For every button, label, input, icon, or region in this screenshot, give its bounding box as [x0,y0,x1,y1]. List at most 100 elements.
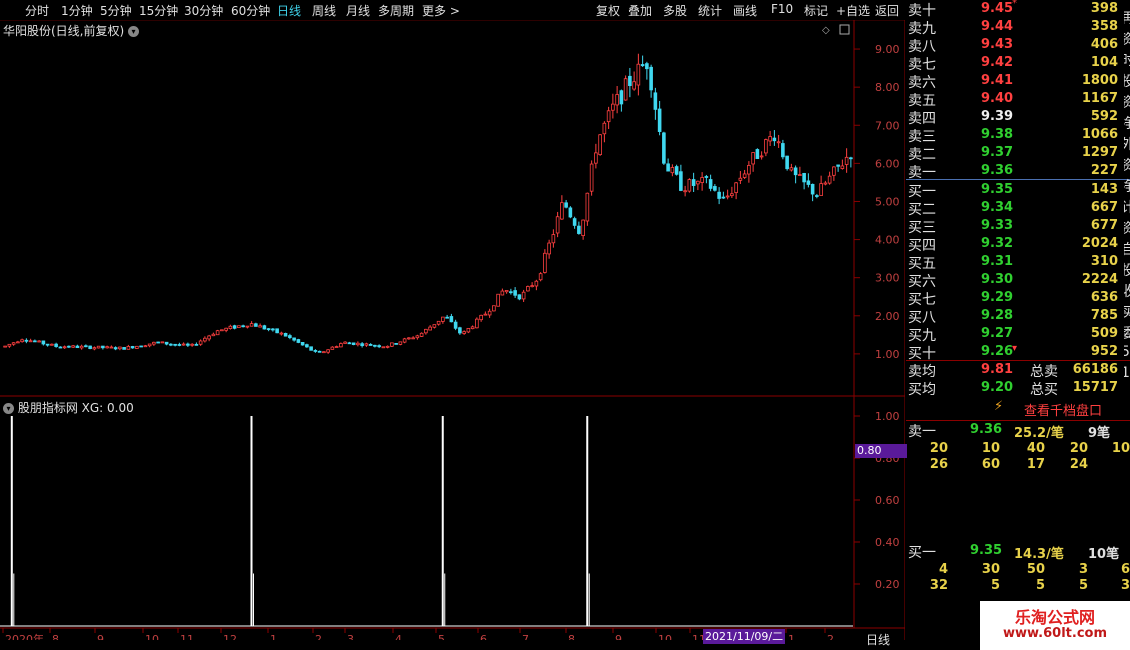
candle-body [598,134,602,156]
tool-button-6[interactable]: 标记 [804,2,828,19]
sell-row[interactable]: 卖十 9.45 398 * [906,0,1124,19]
queue-avg: 25.2/笔 [1014,426,1064,441]
buy-row[interactable]: 买六 9.30 2224 [906,271,1124,290]
level-label: 卖六 [908,75,936,91]
period-tab-5[interactable]: 60分钟 [231,2,270,19]
sell-row[interactable]: 卖四 9.39 592 [906,108,1124,127]
candle-body [844,156,849,165]
candle-body [164,341,169,345]
sell-row[interactable]: 卖九 9.44 358 [906,18,1124,37]
sell-row[interactable]: 卖一 9.36 227 [906,162,1124,181]
buy-row[interactable]: 买五 9.31 310 [906,253,1124,272]
queue-cell: 10 [1111,441,1130,456]
tool-button-8[interactable]: 返回 [875,2,899,19]
level-label: 买九 [908,328,936,344]
candle-body [772,137,777,142]
sell-row[interactable]: 卖三 9.38 1066 [906,126,1124,145]
candle-body [551,234,556,244]
level-label: 买八 [908,310,936,326]
candle-body [585,192,590,222]
level-volume: 1800 [1081,73,1118,88]
period-tab-4[interactable]: 30分钟 [184,2,223,19]
sell-row[interactable]: 卖六 9.41 1800 [906,72,1124,91]
sell-row[interactable]: 卖七 9.42 104 [906,54,1124,73]
sell-row[interactable]: 卖五 9.40 1167 [906,90,1124,109]
period-tab-10[interactable]: 更多 > [422,2,460,19]
tool-button-5[interactable]: F10 [771,2,793,16]
level-volume: 227 [1090,163,1118,178]
period-label[interactable]: 日线 [866,631,890,648]
period-tab-7[interactable]: 周线 [312,2,336,19]
period-tab-0[interactable]: 分时 [25,2,49,19]
period-tab-9[interactable]: 多周期 [378,2,414,19]
buy-row[interactable]: 买一 9.35 143 [906,181,1124,200]
period-tab-6[interactable]: 日线 [277,2,301,19]
avg-price: 9.81 [981,362,1014,377]
candle-body [279,332,284,335]
view-depth-link[interactable]: 查看千档盘口 [1024,400,1102,419]
candle-body [708,179,713,189]
tool-button-3[interactable]: 统计 [698,2,722,19]
candle-body [521,291,526,300]
candle-body [453,321,458,329]
buy-row[interactable]: 买二 9.34 667 [906,199,1124,218]
buy-row[interactable]: 买十 9.26 952 ▾ [906,343,1124,362]
tool-button-0[interactable]: 复权 [596,2,620,19]
level-price: 9.31 [981,254,1014,269]
tool-button-1[interactable]: 叠加 [628,2,652,19]
candle-body [152,341,156,345]
level-volume: 143 [1090,182,1118,197]
edge-char: 委 [1124,323,1130,343]
candle-body [802,173,806,183]
queue-cell: 32 [929,578,948,593]
candle-body [186,343,190,346]
candle-body [666,163,670,172]
buy-row[interactable]: 买四 9.32 2024 [906,235,1124,254]
buy-row[interactable]: 买三 9.33 677 [906,217,1124,236]
level-price: 9.28 [981,308,1014,323]
tool-button-2[interactable]: 多股 [663,2,687,19]
buy-row[interactable]: 买九 9.27 509 [906,325,1124,344]
buy-row[interactable]: 买八 9.28 785 [906,307,1124,326]
level-label: 买七 [908,292,936,308]
candle-body [139,345,143,348]
candle-body [84,345,88,348]
watermark-url: www.60lt.com [1002,626,1108,641]
kline-chart[interactable]: 9.00 8.00 7.00 6.00 5.00 4.00 3.00 2.00 1.00 1.00… [0,20,905,640]
level-price: 9.44 [981,19,1014,34]
buy-row[interactable]: 买七 9.29 636 [906,289,1124,308]
period-tab-1[interactable]: 1分钟 [61,2,93,19]
candle-body [789,167,794,171]
sell-row[interactable]: 卖八 9.43 406 [906,36,1124,55]
period-tab-8[interactable]: 月线 [346,2,370,19]
candle-body [670,167,675,174]
level-price: 9.33 [981,218,1014,233]
level-label: 卖五 [908,93,936,109]
level-price: 9.26 [981,344,1014,359]
candle-body [513,290,517,296]
sell-row[interactable]: 卖二 9.37 1297 [906,144,1124,163]
level-label: 卖三 [908,129,936,145]
candle-body [840,165,845,169]
candle-body [296,339,301,343]
candle-body [632,81,636,90]
tool-button-4[interactable]: 画线 [733,2,757,19]
candle-body [334,346,339,348]
period-tab-3[interactable]: 15分钟 [139,2,178,19]
candle-body [258,325,262,328]
indicator-dropdown-icon[interactable]: ▾ [3,403,14,414]
candle-body [62,346,67,349]
level-price: 9.34 [981,200,1014,215]
time-tick-label: 3 [347,633,354,640]
tool-button-7[interactable]: +自选 [836,2,870,19]
spread-divider [906,179,1130,180]
queue-link-bar[interactable]: ⚡ 查看千档盘口 [906,397,1130,419]
period-tab-2[interactable]: 5分钟 [100,2,132,19]
candle-body [823,182,828,185]
candle-body [245,325,250,328]
candle-body [7,343,12,347]
avg-price: 9.20 [981,380,1014,395]
level-volume: 667 [1090,200,1118,215]
price-tick-label: 8.00 [875,81,900,94]
candle-body [679,171,683,191]
